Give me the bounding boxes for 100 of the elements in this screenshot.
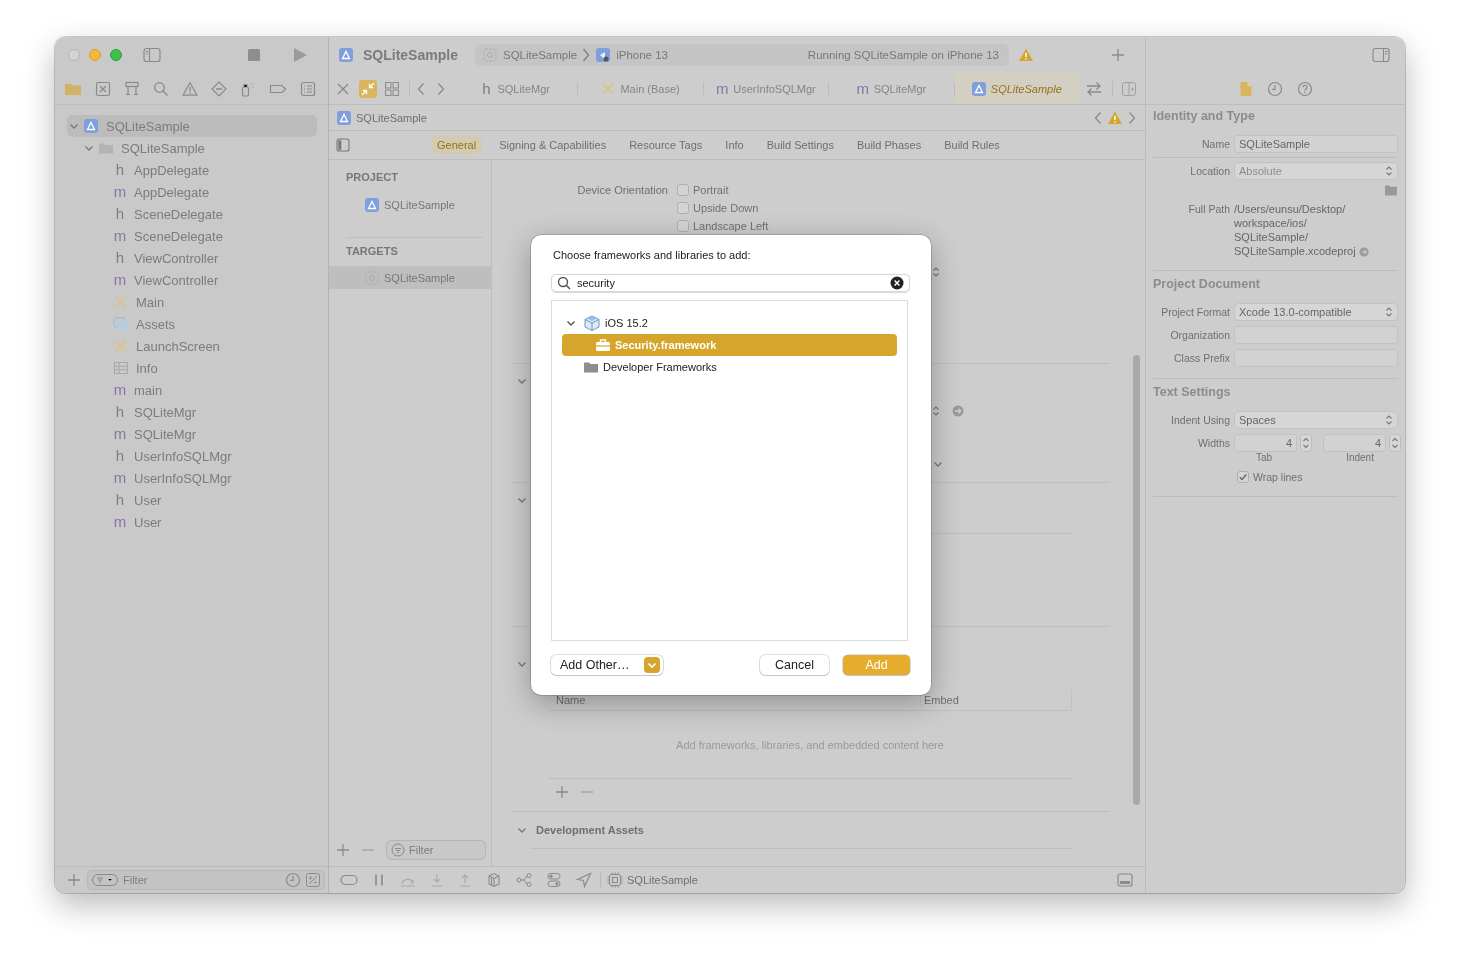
editor-tab[interactable]: Info — [719, 136, 750, 154]
tree-item[interactable]: m main — [67, 379, 317, 401]
close-button[interactable] — [68, 49, 80, 61]
tree-item[interactable]: Main — [67, 291, 317, 313]
tab-width-field[interactable]: 4 — [1234, 434, 1297, 452]
history-icon[interactable] — [1266, 80, 1283, 97]
tree-item[interactable]: m SceneDelegate — [67, 225, 317, 247]
stepper-icon[interactable] — [1389, 434, 1401, 452]
indent-width-field[interactable]: 4 — [1323, 434, 1386, 452]
add-button[interactable]: Add — [843, 655, 910, 675]
tree-item[interactable]: h UserInfoSQLMgr — [67, 445, 317, 467]
list-item[interactable]: Developer Frameworks — [562, 356, 897, 378]
tree-item[interactable]: SQLiteSample — [67, 137, 317, 159]
search-icon[interactable] — [153, 80, 169, 97]
switches-icon[interactable] — [546, 872, 562, 888]
step-in-icon[interactable] — [430, 873, 444, 887]
checkbox[interactable] — [677, 184, 689, 196]
target-name[interactable]: SQLiteSample — [627, 874, 698, 886]
tree-item[interactable]: Assets — [67, 313, 317, 335]
sidebar-toggle-icon[interactable] — [143, 47, 161, 63]
tree-item[interactable]: m UserInfoSQLMgr — [67, 467, 317, 489]
console-icon[interactable] — [1117, 873, 1133, 887]
warning-icon[interactable] — [182, 80, 198, 97]
stop-icon[interactable] — [247, 48, 261, 62]
tree-item[interactable]: m AppDelegate — [67, 181, 317, 203]
filter-field[interactable]: Filter — [87, 870, 325, 890]
checkbox[interactable] — [677, 202, 689, 214]
name-field[interactable]: SQLiteSample — [1234, 135, 1398, 153]
warning-icon[interactable] — [1107, 109, 1123, 126]
checkbox[interactable] — [1237, 471, 1249, 483]
changes-icon[interactable] — [306, 873, 320, 887]
stepper-icon[interactable] — [1300, 434, 1312, 452]
tree-item[interactable]: m SQLiteMgr — [67, 423, 317, 445]
editor-tab[interactable]: Signing & Capabilities — [493, 136, 613, 154]
add-other-button[interactable]: Add Other… — [551, 655, 663, 675]
tree-item[interactable]: m User — [67, 511, 317, 533]
tree-item[interactable]: h SQLiteMgr — [67, 401, 317, 423]
format-select[interactable]: Xcode 13.0-compatible — [1234, 303, 1398, 321]
tree-item[interactable]: LaunchScreen — [67, 335, 317, 357]
file-icon[interactable] — [1238, 80, 1253, 97]
indent-select[interactable]: Spaces — [1234, 411, 1398, 429]
scheme-name[interactable]: SQLiteSample — [503, 49, 578, 61]
step-out-icon[interactable] — [458, 873, 472, 887]
zoom-button[interactable] — [110, 49, 122, 61]
forward-icon[interactable] — [436, 81, 446, 96]
minimize-button[interactable] — [89, 49, 101, 61]
clear-icon[interactable] — [890, 276, 904, 290]
arrow-circle-icon[interactable] — [952, 405, 964, 417]
tree-item[interactable]: h AppDelegate — [67, 159, 317, 181]
test-icon[interactable] — [211, 80, 227, 97]
file-tab[interactable]: h SQLiteMgr — [452, 73, 578, 104]
checkbox[interactable] — [677, 220, 689, 232]
reveal-arrow-icon[interactable] — [1358, 247, 1369, 257]
list-item[interactable]: Security.framework — [562, 334, 897, 356]
toggle-icon[interactable] — [340, 874, 358, 886]
editor-tab[interactable]: Build Phases — [850, 136, 928, 154]
device-name[interactable]: iPhone 13 — [616, 49, 668, 61]
breadcrumb[interactable]: SQLiteSample — [356, 111, 427, 124]
scrollbar[interactable] — [1133, 355, 1140, 805]
location-icon[interactable] — [576, 872, 592, 888]
search-field[interactable]: security — [551, 274, 910, 292]
cube-icon[interactable] — [486, 872, 502, 888]
back-icon[interactable] — [416, 81, 426, 96]
help-icon[interactable] — [1296, 80, 1313, 97]
inspector-toggle-icon[interactable] — [1372, 47, 1390, 63]
file-tab[interactable]: m UserInfoSQLMgr — [702, 73, 829, 104]
folder-icon[interactable] — [1384, 184, 1398, 196]
source-control-icon[interactable] — [95, 80, 111, 97]
scheme-bar[interactable]: SQLiteSample iPhone 13 Running SQLiteSample on iPhone 13 — [475, 44, 1009, 66]
recent-icon[interactable] — [285, 872, 301, 888]
add-icon[interactable] — [67, 873, 81, 887]
editor-tab[interactable]: General — [431, 136, 483, 154]
run-icon[interactable] — [292, 47, 308, 63]
tree-item[interactable]: h SceneDelegate — [67, 203, 317, 225]
back-icon[interactable] — [1093, 110, 1103, 125]
warning-icon[interactable] — [1018, 47, 1034, 63]
tree-item[interactable]: m ViewController — [67, 269, 317, 291]
tree-item[interactable]: Info — [67, 357, 317, 379]
split-editor-icon[interactable] — [1121, 80, 1137, 97]
filter-icon[interactable] — [92, 873, 118, 887]
minimize-editor-icon[interactable] — [359, 79, 377, 98]
editor-tab[interactable]: Resource Tags — [623, 136, 709, 154]
hierarchy-icon[interactable] — [124, 80, 140, 97]
tree-item[interactable]: h User — [67, 489, 317, 511]
tree-item[interactable]: SQLiteSample — [67, 115, 317, 137]
filter-field[interactable]: Filter — [386, 840, 486, 860]
cancel-button[interactable]: Cancel — [760, 655, 829, 675]
add-icon[interactable] — [1111, 48, 1125, 62]
pause-icon[interactable] — [372, 873, 386, 887]
add-icon[interactable] — [336, 843, 350, 857]
close-icon[interactable] — [336, 81, 350, 96]
file-tab[interactable]: Main (Base) — [577, 73, 703, 104]
add-icon[interactable] — [555, 784, 569, 799]
list-item[interactable]: iOS 15.2 — [562, 312, 897, 334]
file-tab[interactable]: m SQLiteMgr — [828, 73, 954, 104]
report-icon[interactable] — [300, 80, 316, 97]
graph-icon[interactable] — [516, 872, 532, 888]
sidebar-toggle-icon[interactable] — [336, 138, 350, 152]
editor-tab[interactable]: Build Rules — [938, 136, 1006, 154]
swap-icon[interactable] — [1085, 80, 1103, 97]
